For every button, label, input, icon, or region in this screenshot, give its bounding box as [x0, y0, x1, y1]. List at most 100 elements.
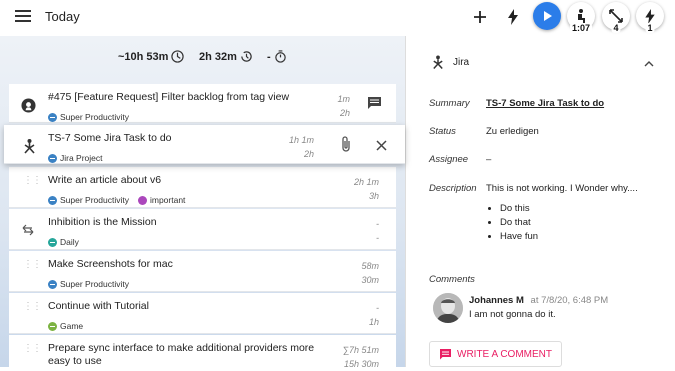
task-title[interactable]: Make Screenshots for mac [48, 258, 338, 271]
description-bullets: Do this Do that Have fun [486, 202, 538, 244]
drag-handle-icon[interactable]: ⋮⋮ [23, 344, 42, 359]
play-button[interactable] [533, 2, 561, 30]
avatar [433, 293, 463, 323]
drag-handle-icon[interactable]: ⋮⋮ [23, 260, 42, 275]
project-dot [48, 237, 57, 247]
comment-icon[interactable] [367, 96, 382, 115]
task-times: - - [376, 217, 379, 245]
chevron-up-icon[interactable] [644, 55, 654, 73]
close-icon[interactable] [376, 138, 387, 156]
add-icon[interactable] [469, 6, 491, 28]
description-label: Description [429, 183, 477, 194]
bullet-item: Do this [500, 202, 538, 216]
task-times: 1m 2h [337, 92, 350, 120]
task-title[interactable]: Write an article about v6 [48, 174, 338, 187]
time-spent: 1h 1m [288, 135, 314, 145]
task-project-tag: Daily [48, 237, 85, 247]
write-comment-button[interactable]: WRITE A COMMENT [429, 341, 562, 367]
write-comment-label: WRITE A COMMENT [457, 348, 552, 360]
jira-icon [431, 54, 445, 75]
task-project-tag: Jira Project [48, 153, 109, 163]
task-project-tag: Super Productivity important [48, 195, 191, 205]
assignee-label: Assignee [429, 154, 469, 165]
task-times: 2h 1m 3h [354, 175, 379, 203]
play-icon [544, 11, 552, 21]
comment-text: I am not gonna do it. [469, 309, 556, 320]
time-spent: ∑7h 51m [342, 345, 379, 355]
summary-label: Summary [429, 98, 470, 109]
break-time-badge: 1:07 [569, 23, 593, 33]
bolt-count-badge: 1 [645, 23, 655, 33]
attachment-icon[interactable] [341, 136, 351, 157]
timer-value: - [267, 50, 271, 63]
project-dot [48, 321, 57, 331]
project-label: Jira Project [60, 153, 103, 163]
task-row[interactable]: ⋮⋮ Prepare sync interface to make additi… [9, 335, 396, 369]
task-title[interactable]: #475 [Feature Request] Filter backlog fr… [48, 91, 338, 104]
project-label: Daily [60, 237, 79, 247]
task-row[interactable]: ⋮⋮ Continue with Tutorial Game - 1h [9, 293, 396, 334]
clock-icon [171, 50, 185, 63]
panel-header[interactable]: Jira [406, 36, 675, 86]
menu-icon[interactable] [15, 10, 31, 24]
status-label: Status [429, 126, 456, 137]
comment-icon [440, 349, 451, 360]
comment-header: Johannes M at 7/8/20, 6:48 PM [469, 295, 608, 306]
take-a-break-button[interactable]: 1:07 [567, 2, 595, 33]
description-value: This is not working. I Wonder why.... [486, 183, 638, 194]
drag-handle-icon[interactable]: ⋮⋮ [23, 302, 42, 317]
project-dot [48, 112, 57, 122]
assignee-value: – [486, 154, 492, 165]
comments-label: Comments [429, 274, 475, 285]
estimate-value: ~10h 53m [118, 50, 169, 63]
task-row[interactable]: ⋮⋮ Write an article about v6 Super Produ… [9, 167, 396, 208]
summary-link[interactable]: TS-7 Some Jira Task to do [486, 98, 604, 109]
task-project-tag: Game [48, 321, 89, 331]
task-title[interactable]: Prepare sync interface to make additiona… [48, 342, 338, 368]
task-times: 1h 1m 2h [289, 133, 314, 161]
project-dot [48, 195, 57, 205]
time-estimate: 2h [339, 108, 350, 118]
task-row[interactable]: Inhibition is the Mission Daily - - [9, 209, 396, 250]
focus-count-badge: 4 [611, 23, 621, 33]
focus-mode-button[interactable]: 4 [602, 2, 630, 33]
history-icon [241, 51, 252, 62]
project-dot [48, 153, 57, 163]
page-title: Today [45, 9, 80, 24]
task-title[interactable]: Continue with Tutorial [48, 300, 338, 313]
project-label: Super Productivity [60, 112, 129, 122]
task-row[interactable]: #475 [Feature Request] Filter backlog fr… [9, 84, 396, 123]
task-project-tag: Super Productivity [48, 279, 135, 289]
expand-arrows-icon [609, 9, 623, 23]
repeat-icon [19, 221, 37, 239]
time-estimate: 2h [303, 149, 314, 159]
project-label: Super Productivity [60, 195, 129, 205]
project-label: Super Productivity [60, 279, 129, 289]
time-estimate: 15h 30m [343, 359, 379, 369]
spent-value: 2h 32m [199, 50, 237, 63]
seat-icon [578, 9, 585, 23]
comment-author: Johannes M [469, 295, 524, 306]
bullet-item: Do that [500, 216, 538, 230]
task-title[interactable]: Inhibition is the Mission [48, 216, 338, 229]
task-project-tag: Super Productivity [48, 112, 135, 122]
panel-title: Jira [453, 57, 470, 68]
task-row-selected[interactable]: TS-7 Some Jira Task to do Jira Project 1… [4, 125, 405, 164]
bolt-icon[interactable] [502, 6, 524, 28]
time-estimate: 3h [368, 191, 379, 201]
estimate-stat: ~10h 53m [118, 50, 185, 63]
status-value: Zu erledigen [486, 126, 539, 137]
tag-label: important [149, 195, 186, 205]
project-dot [48, 279, 57, 289]
timer-stat: - [267, 50, 287, 63]
project-label: Game [60, 321, 84, 331]
time-spent: 2h 1m [353, 177, 379, 187]
issue-detail-panel: Jira Summary TS-7 Some Jira Task to do S… [405, 36, 675, 367]
drag-handle-icon[interactable]: ⋮⋮ [23, 176, 42, 191]
bolt-counter-button[interactable]: 1 [636, 2, 664, 33]
time-estimate: - [376, 233, 379, 243]
task-row[interactable]: ⋮⋮ Make Screenshots for mac Super Produc… [9, 251, 396, 292]
task-times: - 1h [369, 301, 379, 329]
time-spent: - [376, 219, 379, 229]
bullet-item: Have fun [500, 230, 538, 244]
